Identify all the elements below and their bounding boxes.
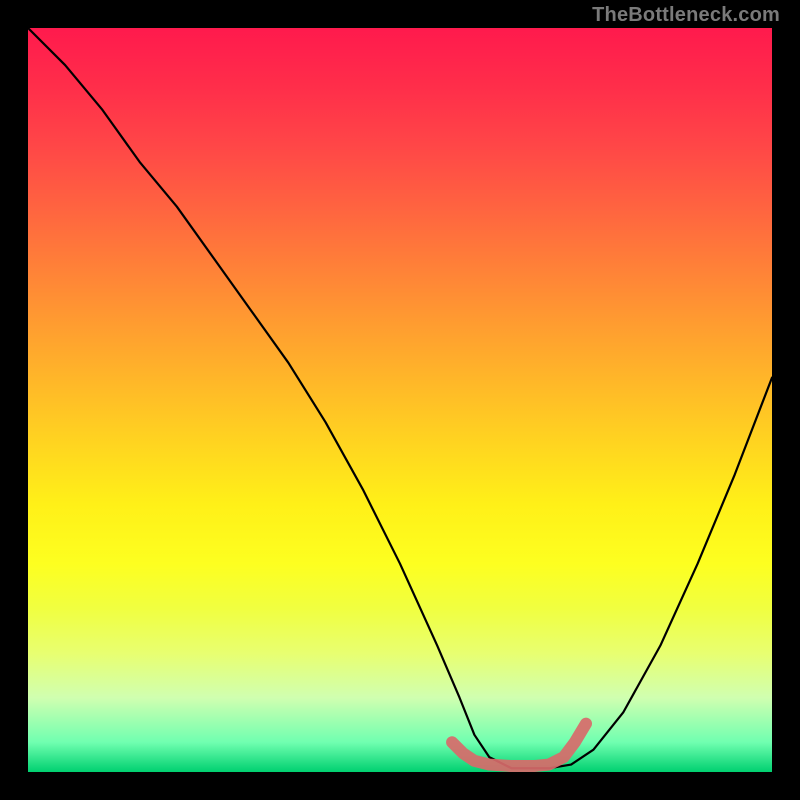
chart-svg [28, 28, 772, 772]
optimal-range-marker [452, 724, 586, 766]
watermark-text: TheBottleneck.com [592, 4, 780, 27]
plot-area [28, 28, 772, 772]
chart-container: TheBottleneck.com [0, 0, 800, 800]
curve-group [28, 28, 772, 768]
bottleneck-curve [28, 28, 772, 768]
